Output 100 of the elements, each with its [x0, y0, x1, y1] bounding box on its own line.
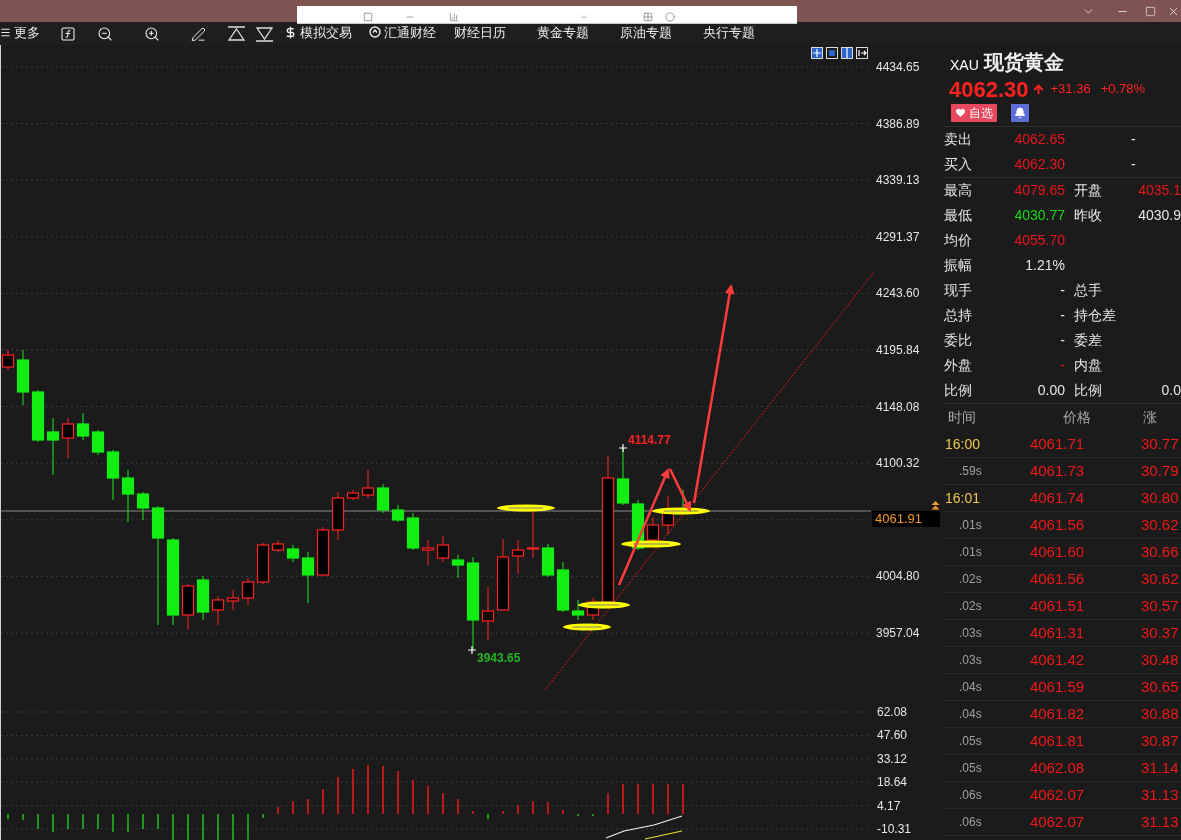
indicator-axis-label: 18.64: [877, 775, 908, 790]
toolbar-link[interactable]: 模拟交易: [284, 22, 352, 42]
trade-time: .01s: [959, 517, 982, 534]
stat-label: 均价: [944, 231, 972, 250]
zoom-out-icon[interactable]: [97, 26, 113, 42]
stat-label: 开盘: [1074, 181, 1102, 200]
trade-price: 4062.08: [1028, 757, 1086, 778]
toolbar-link[interactable]: 黄金专题: [537, 22, 589, 42]
triangle-down-icon[interactable]: [255, 26, 274, 42]
stat-label: 委差: [1074, 331, 1102, 350]
trade-time: .05s: [959, 760, 982, 777]
zoom-in-icon[interactable]: [144, 26, 160, 42]
trade-price: 4061.60: [1028, 541, 1086, 562]
stat-value: 4035.1: [1138, 181, 1181, 200]
trade-change: 30.87: [1141, 730, 1179, 751]
stat-label: 现手: [944, 281, 972, 300]
bell-icon: [1014, 106, 1026, 119]
heart-icon: [955, 107, 966, 118]
pen-icon[interactable]: [191, 27, 206, 42]
stat-value: -: [1060, 331, 1065, 350]
stat-label: 比例: [1074, 381, 1102, 400]
trade-change: 30.79: [1141, 460, 1179, 481]
stat-label: 最低: [944, 206, 972, 225]
trade-change: 31.14: [1141, 757, 1179, 778]
trade-change: 30.48: [1141, 649, 1179, 670]
trade-change: 30.80: [1141, 487, 1179, 508]
trade-price: 4061.59: [1028, 676, 1086, 697]
trade-price: 4061.71: [1028, 433, 1086, 454]
trade-price: 4061.81: [1028, 730, 1086, 751]
indicator-axis-label: 62.08: [877, 705, 908, 719]
last-price: 4062.30: [949, 75, 1029, 104]
trade-time: .06s: [959, 814, 982, 831]
price-change: +31.36: [1050, 80, 1091, 99]
stat-value: 4062.30: [1014, 155, 1065, 174]
grid-icon[interactable]: [643, 12, 653, 22]
toolbar-link[interactable]: 汇通财经: [369, 22, 436, 42]
trade-change: 30.88: [1141, 703, 1179, 724]
function-icon[interactable]: [60, 26, 76, 42]
trade-time: .02s: [959, 598, 982, 615]
stat-label: 委比: [944, 331, 972, 350]
trade-time: .04s: [959, 706, 982, 723]
trade-price: 4061.42: [1028, 649, 1086, 670]
stat-label: 振幅: [944, 256, 972, 275]
stat-value: 4055.70: [1014, 231, 1065, 250]
trade-change: 31.13: [1141, 784, 1179, 805]
stat-label: 比例: [944, 381, 972, 400]
stat-value: 0.00: [1037, 381, 1065, 400]
trade-price: 4062.07: [1028, 811, 1086, 832]
trade-time: .02s: [959, 571, 982, 588]
trade-time: .04s: [959, 679, 982, 696]
stat-value: 4030.77: [1014, 206, 1065, 225]
indicator-axis-label: 33.12: [877, 751, 908, 766]
trade-time: 16:01: [945, 488, 981, 508]
stat-label: 昨收: [1074, 206, 1102, 225]
dollar-icon: [284, 25, 297, 39]
stat-value: 1.21%: [1025, 256, 1065, 275]
bar-chart-icon[interactable]: [449, 12, 459, 22]
stat-value: 4030.9: [1138, 206, 1181, 225]
stat-value: -: [1060, 306, 1065, 325]
toolbar-link[interactable]: 央行专题: [703, 22, 755, 42]
circle-icon: [369, 26, 381, 39]
trade-change: 30.65: [1141, 676, 1179, 697]
menu-icon: [0, 26, 11, 38]
triangle-up-icon[interactable]: [227, 26, 246, 42]
stat-value: -: [1060, 356, 1065, 375]
trade-price: 4061.56: [1028, 514, 1086, 535]
stat-label: 外盘: [944, 356, 972, 375]
stat-label: 总手: [1074, 281, 1102, 300]
trade-price: 4061.74: [1028, 487, 1086, 508]
stat-label: 内盘: [1074, 356, 1102, 375]
trade-time: .01s: [959, 544, 982, 561]
trade-change: 30.62: [1141, 568, 1179, 589]
trade-time: .05s: [959, 733, 982, 750]
trade-time: .03s: [959, 652, 982, 669]
maximize-icon[interactable]: [1145, 5, 1156, 17]
trade-change: 30.62: [1141, 514, 1179, 535]
watchlist-button[interactable]: 自选: [951, 103, 997, 122]
stat-value: -: [1131, 155, 1136, 174]
trade-time: 16:00: [945, 434, 981, 454]
stat-label: 总持: [944, 306, 972, 325]
trade-time: .06s: [959, 787, 982, 804]
toolbar-link[interactable]: 财经日历: [454, 22, 506, 42]
alert-button[interactable]: [1011, 103, 1029, 122]
stat-value: 0.0: [1161, 381, 1181, 400]
trade-price: 4061.56: [1028, 568, 1086, 589]
menu-button[interactable]: 更多: [0, 22, 40, 42]
stat-value: -: [1060, 281, 1065, 300]
trade-change: 31.13: [1141, 811, 1179, 832]
stat-label: 买入: [944, 155, 972, 174]
column-header: 涨: [1143, 408, 1157, 427]
stat-label: 最高: [944, 181, 972, 200]
trade-change: 30.77: [1141, 433, 1179, 454]
toolbar-link[interactable]: 原油专题: [620, 22, 672, 42]
symbol-name: 现货黄金: [983, 49, 1064, 75]
trade-change: 30.66: [1141, 541, 1179, 562]
trade-price: 4062.07: [1028, 784, 1086, 805]
stat-value: 4079.65: [1014, 181, 1065, 200]
arrow-up-icon: [1031, 82, 1045, 96]
trade-price: 4061.82: [1028, 703, 1086, 724]
stat-label: 持仓差: [1074, 306, 1116, 325]
